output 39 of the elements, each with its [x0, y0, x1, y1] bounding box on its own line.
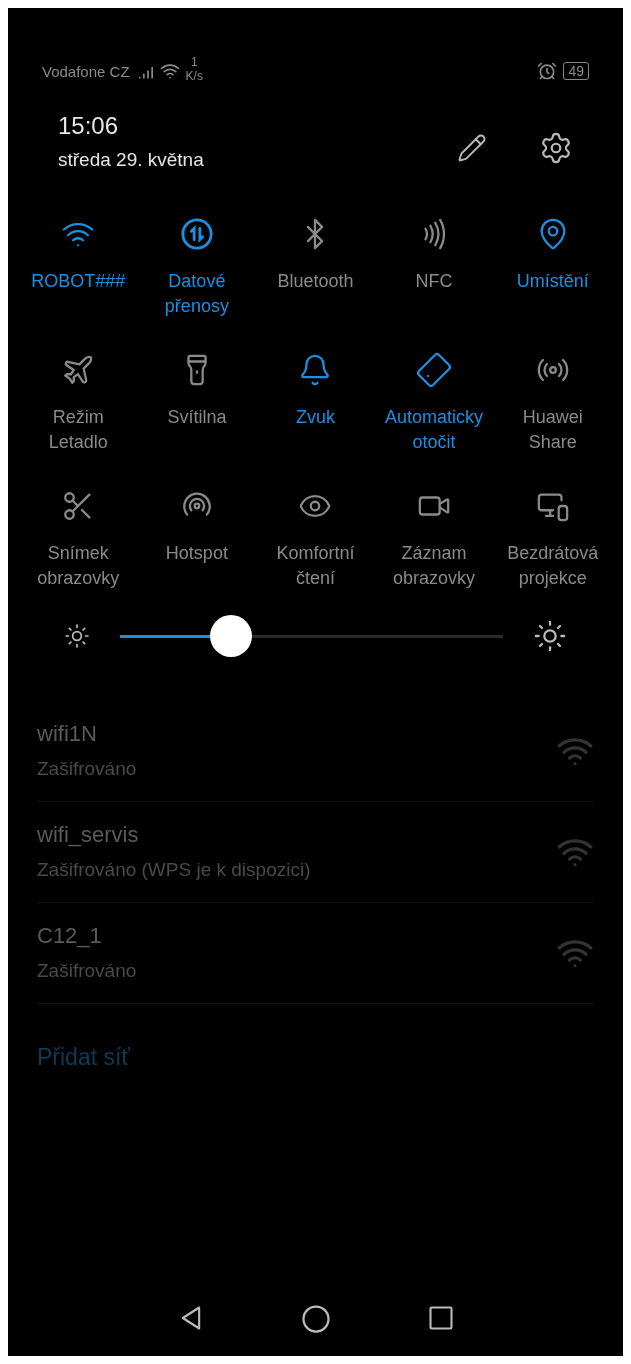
add-network-link[interactable]: Přidat síť: [37, 1040, 130, 1075]
speed-value: 1: [190, 55, 198, 69]
slider-thumb[interactable]: [210, 615, 253, 657]
network-status: Zašifrováno (WPS je k dispozici): [37, 858, 312, 882]
tile-label: Automaticky otočit: [384, 406, 485, 454]
network-status: Zašifrováno: [37, 959, 138, 983]
edit-icon[interactable]: [457, 133, 487, 163]
tile-label: Snímek obrazovky: [36, 542, 121, 590]
data-transfer-icon[interactable]: [179, 217, 214, 251]
tile-label: NFC: [414, 270, 454, 293]
date-text: středa 29. května: [58, 148, 204, 172]
battery-indicator: 49: [563, 62, 589, 80]
clock-time: 15:06: [58, 111, 120, 141]
tile-label: Datové přenosy: [163, 270, 230, 318]
settings-icon[interactable]: [539, 131, 573, 165]
alarm-icon: [537, 61, 558, 81]
speed-unit: K/s: [185, 69, 203, 83]
network-status: Zašifrováno: [37, 757, 138, 781]
tile-label: Bezdrátová projekce: [506, 542, 600, 590]
tile-label: Zvuk: [294, 406, 336, 429]
home-icon[interactable]: [300, 1304, 331, 1334]
carrier-name: Vodafone CZ: [42, 61, 130, 82]
tile-label: Záznam obrazovky: [392, 542, 477, 590]
tile-label: Komfortní čtení: [275, 542, 356, 590]
network-name[interactable]: C12_1: [37, 921, 556, 951]
tile-label: Režim Letadlo: [47, 406, 109, 454]
network-name[interactable]: wifi1N: [37, 719, 556, 749]
tile-label: Umístění: [515, 270, 590, 293]
network-name[interactable]: wifi_servis: [37, 820, 556, 850]
high-brightness-icon: [533, 619, 567, 653]
brightness-slider[interactable]: [120, 615, 503, 657]
wifi-icon: [159, 61, 180, 81]
recents-icon[interactable]: [426, 1304, 455, 1332]
tile-label: Hotspot: [164, 542, 229, 565]
tile-label: Huawei Share: [521, 406, 584, 454]
tile-label: Svítilna: [166, 406, 228, 429]
tile-label: Bluetooth: [276, 270, 355, 293]
low-brightness-icon: [64, 623, 90, 649]
tile-label: ROBOT###: [30, 270, 127, 293]
